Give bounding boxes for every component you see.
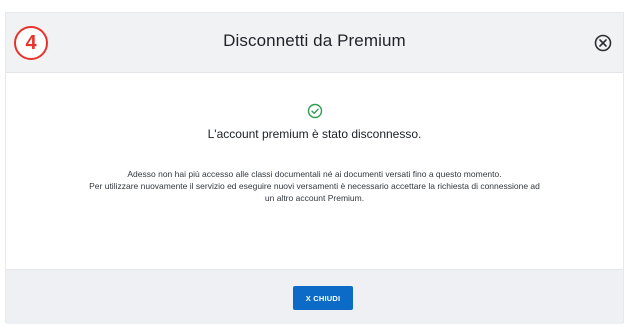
dialog-title: Disconnetti da Premium: [223, 31, 406, 50]
check-circle-icon: [307, 103, 323, 119]
close-icon[interactable]: [593, 33, 613, 53]
close-button[interactable]: X CHIUDI: [293, 286, 353, 310]
description-line: Per utilizzare nuovamente il servizio ed…: [89, 181, 540, 191]
disconnect-premium-dialog: 4 Disconnetti da Premium L'account premi…: [5, 12, 624, 324]
status-headline: L'account premium è stato disconnesso.: [207, 127, 422, 141]
dialog-header: 4 Disconnetti da Premium: [6, 13, 623, 73]
description-line: Adesso non hai più accesso alle classi d…: [127, 169, 502, 179]
dialog-footer: X CHIUDI: [6, 269, 623, 324]
description-line: un altro account Premium.: [264, 193, 365, 203]
dialog-body: L'account premium è stato disconnesso. A…: [6, 73, 623, 269]
status-description: Adesso non hai più accesso alle classi d…: [46, 168, 583, 204]
